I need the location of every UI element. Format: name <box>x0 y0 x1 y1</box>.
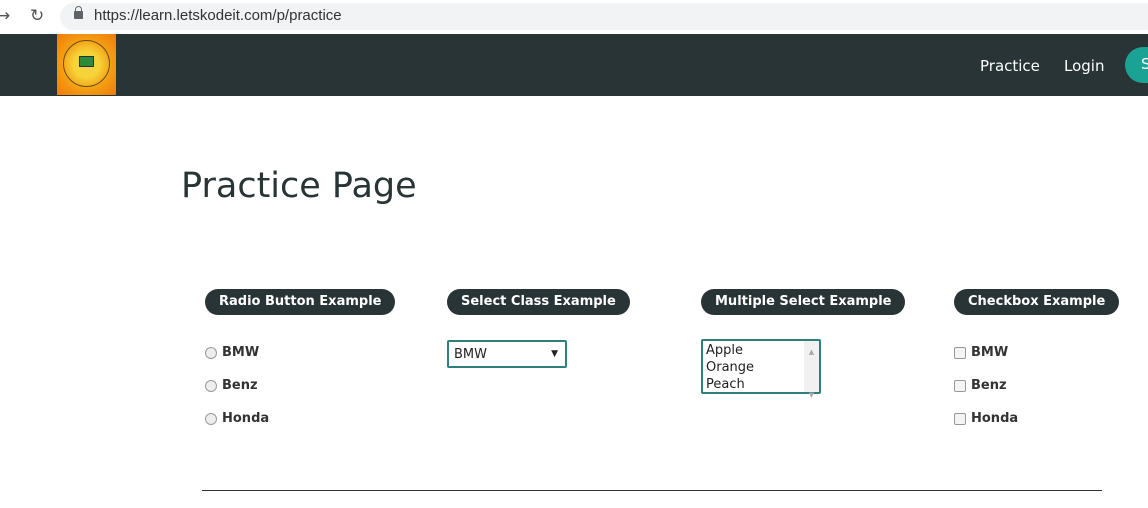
scrollbar[interactable]: ▲ ▼ <box>804 341 819 399</box>
fruit-multi-select[interactable]: Apple Orange Peach ▲ ▼ <box>701 339 821 399</box>
radio-button[interactable] <box>205 412 217 425</box>
car-select[interactable]: BMW ▼ <box>447 340 567 368</box>
checkbox-bmw[interactable]: BMW <box>954 345 1008 360</box>
lock-icon <box>74 6 83 19</box>
scroll-down-icon[interactable]: ▼ <box>804 387 819 404</box>
option-peach[interactable]: Peach <box>706 376 819 393</box>
radio-bmw[interactable]: BMW <box>205 345 259 360</box>
checkbox-label: BMW <box>971 345 1009 360</box>
radio-button[interactable] <box>205 346 217 359</box>
radio-benz[interactable]: Benz <box>205 378 258 393</box>
scroll-up-icon[interactable]: ▲ <box>804 344 819 361</box>
radio-button[interactable] <box>205 379 217 392</box>
option-apple[interactable]: Apple <box>706 342 819 359</box>
divider <box>202 490 1102 491</box>
url-text: https://learn.letskodeit.com/p/practice <box>94 7 342 24</box>
site-header: Practice Login S <box>0 34 1148 96</box>
reload-icon[interactable]: ↻ <box>30 6 44 26</box>
nav-practice[interactable]: Practice <box>980 57 1040 75</box>
radio-label: Honda <box>222 411 270 426</box>
browser-toolbar: → ↻ https://learn.letskodeit.com/p/pract… <box>0 0 1148 34</box>
checkbox-honda[interactable]: Honda <box>954 411 1018 426</box>
select-legend: Select Class Example <box>447 289 630 315</box>
checkbox[interactable] <box>954 346 966 359</box>
radio-label: Benz <box>222 378 258 393</box>
logo[interactable] <box>57 34 116 95</box>
page-title: Practice Page <box>181 166 417 206</box>
radio-honda[interactable]: Honda <box>205 411 269 426</box>
checkbox-label: Honda <box>971 411 1019 426</box>
checkbox[interactable] <box>954 412 966 425</box>
address-bar[interactable]: https://learn.letskodeit.com/p/practice <box>60 3 1148 30</box>
checkbox-legend: Checkbox Example <box>954 289 1120 315</box>
select-value: BMW <box>454 347 487 362</box>
radio-legend: Radio Button Example <box>205 289 396 315</box>
radio-label: BMW <box>222 345 260 360</box>
forward-icon[interactable]: → <box>0 6 10 26</box>
checkbox-benz[interactable]: Benz <box>954 378 1007 393</box>
multi-select-legend: Multiple Select Example <box>701 289 906 315</box>
checkbox[interactable] <box>954 379 966 392</box>
dropdown-arrow-icon: ▼ <box>551 349 558 359</box>
signup-button[interactable]: S <box>1125 47 1148 83</box>
nav-login[interactable]: Login <box>1064 57 1104 75</box>
option-orange[interactable]: Orange <box>706 359 819 376</box>
checkbox-label: Benz <box>971 378 1007 393</box>
